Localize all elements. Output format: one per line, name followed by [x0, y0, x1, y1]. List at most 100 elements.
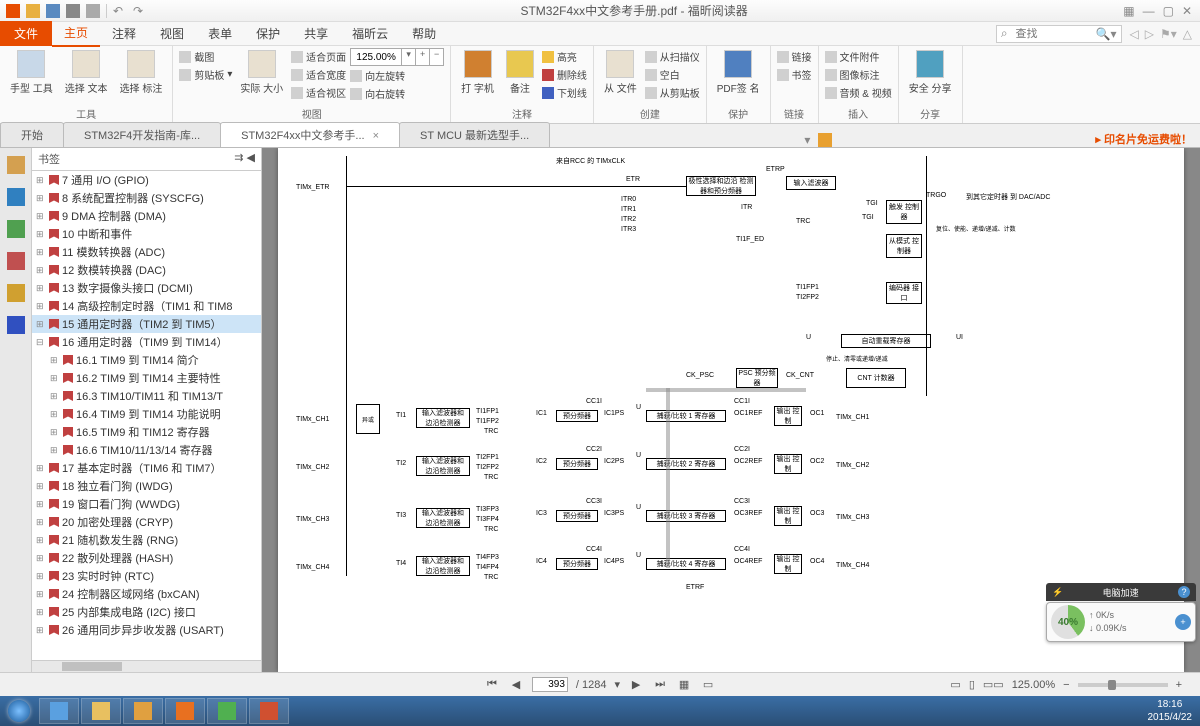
last-page-button[interactable]: ⏭: [652, 678, 668, 691]
close-icon[interactable]: ✕: [1182, 4, 1192, 18]
menu-form[interactable]: 表单: [196, 21, 244, 46]
tab-close-icon[interactable]: ×: [373, 130, 379, 142]
taskbar-app1-icon[interactable]: [123, 698, 163, 724]
from-clipboard-button[interactable]: 从剪贴板: [645, 84, 700, 101]
tab-start[interactable]: 开始: [0, 122, 64, 147]
accelerate-bar[interactable]: ⚡ 电脑加速 ?: [1046, 583, 1196, 601]
continuous-icon[interactable]: ▦: [676, 678, 692, 691]
next-page-button[interactable]: ▶: [628, 678, 644, 691]
note-button[interactable]: 备注: [502, 48, 538, 101]
net-add-icon[interactable]: +: [1175, 614, 1191, 630]
zoom-slider[interactable]: [1078, 683, 1168, 687]
zoom-in-footer-icon[interactable]: +: [1176, 679, 1182, 691]
taskbar-ie-icon[interactable]: [39, 698, 79, 724]
email-icon[interactable]: [86, 4, 100, 18]
bookmark-button[interactable]: 书签: [777, 66, 812, 83]
menu-share[interactable]: 共享: [292, 21, 340, 46]
help-icon[interactable]: ?: [1178, 586, 1190, 598]
underline-button[interactable]: 下划线: [542, 84, 587, 101]
tab-stmcu[interactable]: ST MCU 最新选型手...: [399, 122, 550, 147]
bookmark-item[interactable]: ⊞24 控制器区域网络 (bxCAN): [32, 585, 261, 603]
search-input[interactable]: [1012, 28, 1092, 40]
taskbar-explorer-icon[interactable]: [81, 698, 121, 724]
file-attach-button[interactable]: 文件附件: [825, 48, 892, 65]
screenshot-button[interactable]: 截图: [179, 48, 232, 65]
page-icon[interactable]: [7, 156, 25, 174]
pdf-sign-button[interactable]: PDF签 名: [713, 48, 764, 97]
file-menu[interactable]: 文件: [0, 21, 52, 46]
bookmark-item[interactable]: ⊞10 中断和事件: [32, 225, 261, 243]
bookmark-item[interactable]: ⊞12 数模转换器 (DAC): [32, 261, 261, 279]
select-text-button[interactable]: 选择 文本: [61, 48, 112, 97]
promo-link[interactable]: 印名片免运费啦！: [1087, 131, 1200, 147]
link-button[interactable]: 链接: [777, 48, 812, 65]
fit-width-button[interactable]: 适合宽度: [291, 66, 346, 83]
nav-fwd-icon[interactable]: ▷: [1145, 27, 1154, 41]
bookmark-item[interactable]: ⊞14 高级控制定时器（TIM1 和 TIM8: [32, 297, 261, 315]
search-dropdown-icon[interactable]: 🔍▾: [1092, 27, 1121, 41]
from-scanner-button[interactable]: 从扫描仪: [645, 48, 700, 65]
print-icon[interactable]: [66, 4, 80, 18]
bookmark-item[interactable]: ⊞17 基本定时器（TIM6 和 TIM7）: [32, 459, 261, 477]
bm-options-icon[interactable]: ⇉: [234, 152, 243, 164]
typewriter-button[interactable]: 打 字机: [457, 48, 498, 101]
tab-dropdown-icon[interactable]: ▾: [800, 133, 814, 147]
signature-icon[interactable]: [7, 316, 25, 334]
zoom-combo[interactable]: ▾+−: [350, 48, 444, 66]
bookmarks-tree[interactable]: ⊞7 通用 I/O (GPIO)⊞8 系统配置控制器 (SYSCFG)⊞9 DM…: [32, 171, 261, 660]
bookmark-item[interactable]: ⊞21 随机数发生器 (RNG): [32, 531, 261, 549]
system-tray[interactable]: 18:16 2015/4/22: [1140, 698, 1200, 724]
minimize-icon[interactable]: —: [1143, 4, 1155, 18]
fit-page-button[interactable]: 适合页面: [291, 48, 346, 65]
rotate-right-button[interactable]: 向右旋转: [350, 85, 444, 102]
bookmark-item[interactable]: ⊞16.6 TIM10/11/13/14 寄存器: [32, 441, 261, 459]
taskbar-qq-icon[interactable]: [207, 698, 247, 724]
undo-icon[interactable]: ↶: [113, 4, 127, 18]
comments-icon[interactable]: [7, 252, 25, 270]
bookmarks-hscrollbar[interactable]: [32, 660, 261, 672]
select-anno-button[interactable]: 选择 标注: [116, 48, 167, 97]
bookmark-item[interactable]: ⊞9 DMA 控制器 (DMA): [32, 207, 261, 225]
collapse-ribbon-icon[interactable]: △: [1183, 27, 1192, 41]
bookmark-item[interactable]: ⊞26 通用同步异步收发器 (USART): [32, 621, 261, 639]
save-icon[interactable]: [46, 4, 60, 18]
bookmark-item[interactable]: ⊞13 数字摄像头接口 (DCMI): [32, 279, 261, 297]
menu-comment[interactable]: 注释: [100, 21, 148, 46]
clipboard-button[interactable]: 剪贴板▾: [179, 66, 232, 83]
nav-back-icon[interactable]: ◁: [1130, 27, 1139, 41]
bookmark-item[interactable]: ⊞20 加密处理器 (CRYP): [32, 513, 261, 531]
bookmark-item[interactable]: ⊞16.3 TIM10/TIM11 和 TIM13/T: [32, 387, 261, 405]
page-input[interactable]: [532, 677, 568, 692]
strikeout-button[interactable]: 删除线: [542, 66, 587, 83]
layers-icon[interactable]: [7, 220, 25, 238]
lock-icon[interactable]: [7, 284, 25, 302]
rotate-left-button[interactable]: 向左旋转: [350, 67, 444, 84]
bookmark-item[interactable]: ⊞16.1 TIM9 到 TIM14 简介: [32, 351, 261, 369]
bookmark-item[interactable]: ⊞16.4 TIM9 到 TIM14 功能说明: [32, 405, 261, 423]
view-continuous-icon[interactable]: ▯: [969, 678, 975, 691]
bookmark-item[interactable]: ⊞8 系统配置控制器 (SYSCFG): [32, 189, 261, 207]
bookmark-item[interactable]: ⊞25 内部集成电路 (I2C) 接口: [32, 603, 261, 621]
taskbar-foxit-icon[interactable]: [165, 698, 205, 724]
redo-icon[interactable]: ↷: [133, 4, 147, 18]
bookmark-item[interactable]: ⊟16 通用定时器（TIM9 到 TIM14）: [32, 333, 261, 351]
fit-visible-button[interactable]: 适合视区: [291, 84, 346, 101]
zoom-out-footer-icon[interactable]: −: [1063, 679, 1069, 691]
menu-protect[interactable]: 保护: [244, 21, 292, 46]
safe-share-button[interactable]: 安全 分享: [905, 48, 956, 97]
bookmark-item[interactable]: ⊞7 通用 I/O (GPIO): [32, 171, 261, 189]
highlight-button[interactable]: 高亮: [542, 48, 587, 65]
bookmark-item[interactable]: ⊞16.5 TIM9 和 TIM12 寄存器: [32, 423, 261, 441]
view-single-icon[interactable]: ▭: [950, 678, 960, 691]
tab-guide[interactable]: STM32F4开发指南-库...: [63, 122, 221, 147]
first-page-button[interactable]: ⏮: [484, 678, 500, 691]
single-icon[interactable]: ▭: [700, 678, 716, 691]
bm-close-icon[interactable]: ◀: [247, 152, 255, 164]
hand-tool-button[interactable]: 手型 工具: [6, 48, 57, 97]
blank-button[interactable]: 空白: [645, 66, 700, 83]
tab-refmanual[interactable]: STM32F4xx中文参考手...×: [220, 122, 400, 147]
start-button[interactable]: [0, 696, 38, 726]
bookmark-panel-icon[interactable]: [7, 188, 25, 206]
prev-page-button[interactable]: ◀: [508, 678, 524, 691]
bookmark-item[interactable]: ⊞22 散列处理器 (HASH): [32, 549, 261, 567]
